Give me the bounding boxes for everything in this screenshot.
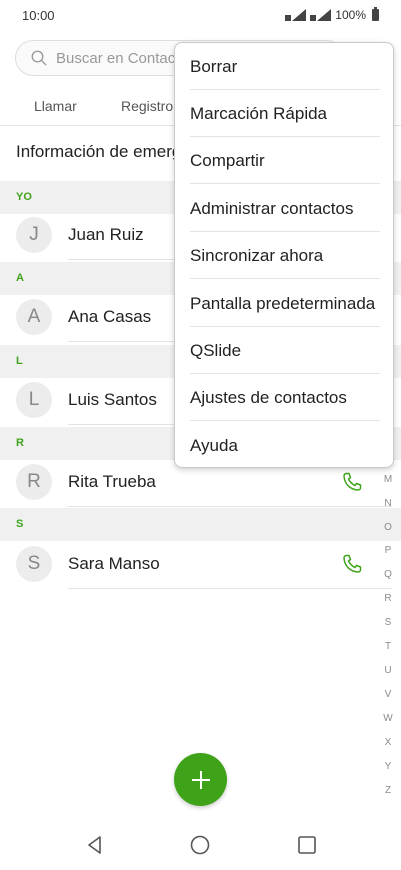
index-letter[interactable]: Y [381, 761, 395, 772]
section-header-s: S [0, 508, 401, 541]
avatar: L [16, 382, 52, 418]
section-letter: YO [16, 191, 32, 203]
contact-name: Rita Trueba [68, 472, 156, 491]
section-letter: S [16, 518, 24, 530]
menu-item-label: Administrar contactos [190, 199, 354, 218]
index-letter[interactable]: X [381, 737, 395, 748]
signal-icon [292, 9, 307, 21]
menu-divider [190, 420, 380, 421]
avatar: R [16, 464, 52, 500]
index-letter[interactable]: Q [381, 569, 395, 580]
menu-item-label: Sincronizar ahora [190, 246, 324, 265]
divider [68, 588, 392, 589]
menu-item-label: Ayuda [190, 436, 238, 455]
battery-icon [372, 7, 379, 21]
back-icon[interactable] [84, 834, 106, 856]
overflow-menu: Borrar Marcación Rápida Compartir Admini… [174, 42, 394, 468]
avatar: A [16, 299, 52, 335]
avatar: S [16, 546, 52, 582]
index-letter[interactable]: S [381, 617, 395, 628]
index-letter[interactable]: R [381, 593, 395, 604]
contact-name: Luis Santos [68, 390, 157, 409]
navigation-bar [0, 820, 401, 870]
avatar: J [16, 217, 52, 253]
section-letter: R [16, 437, 24, 449]
menu-item-sincronizar-ahora[interactable]: Sincronizar ahora [175, 232, 395, 279]
menu-divider [190, 278, 380, 279]
status-icons: 100% [285, 7, 379, 22]
divider [68, 506, 392, 507]
menu-item-label: Ajustes de contactos [190, 388, 347, 407]
menu-item-label: Pantalla predeterminada [190, 294, 376, 313]
contact-name: Ana Casas [68, 307, 152, 326]
menu-item-ayuda[interactable]: Ayuda [175, 422, 395, 469]
index-letter[interactable]: M [381, 474, 395, 485]
add-contact-button[interactable] [174, 753, 227, 806]
roaming-icon-2 [310, 15, 317, 21]
index-letter[interactable]: V [381, 689, 395, 700]
tab-llamar[interactable]: Llamar [34, 98, 77, 114]
index-letter[interactable]: T [381, 641, 395, 652]
phone-icon[interactable] [340, 470, 364, 494]
menu-item-qslide[interactable]: QSlide [175, 327, 395, 374]
menu-item-ajustes-de-contactos[interactable]: Ajustes de contactos [175, 374, 395, 421]
menu-item-compartir[interactable]: Compartir [175, 137, 395, 184]
index-letter[interactable]: N [381, 498, 395, 509]
roaming-icon [285, 15, 292, 21]
signal-icon-2 [317, 9, 332, 21]
menu-item-label: Marcación Rápida [190, 104, 328, 123]
index-letter[interactable]: Z [381, 785, 395, 796]
menu-item-marcacion-rapida[interactable]: Marcación Rápida [175, 90, 395, 137]
contact-row[interactable]: S Sara Manso [0, 539, 401, 589]
home-icon[interactable] [189, 834, 211, 856]
menu-item-label: Borrar [190, 57, 238, 76]
status-bar: 10:00 100% [0, 0, 401, 32]
section-letter: L [16, 355, 23, 367]
menu-item-pantalla-predeterminada[interactable]: Pantalla predeterminada [175, 280, 395, 327]
plus-icon [191, 770, 210, 789]
search-icon [31, 50, 47, 66]
menu-item-borrar[interactable]: Borrar [175, 43, 395, 90]
tab-registro[interactable]: Registro [121, 98, 173, 114]
index-letter[interactable]: U [381, 665, 395, 676]
phone-icon[interactable] [340, 552, 364, 576]
index-letter[interactable]: W [381, 713, 395, 724]
status-time: 10:00 [22, 8, 55, 23]
menu-item-label: Compartir [190, 151, 265, 170]
menu-divider [190, 183, 380, 184]
menu-item-label: QSlide [190, 341, 242, 360]
menu-item-administrar-contactos[interactable]: Administrar contactos [175, 185, 395, 232]
section-letter: A [16, 272, 24, 284]
recents-icon[interactable] [296, 834, 318, 856]
index-letter[interactable]: O [381, 522, 395, 533]
index-letter[interactable]: P [381, 545, 395, 556]
battery-percent: 100% [335, 8, 366, 22]
contact-name: Sara Manso [68, 554, 160, 573]
contact-name: Juan Ruiz [68, 225, 144, 244]
